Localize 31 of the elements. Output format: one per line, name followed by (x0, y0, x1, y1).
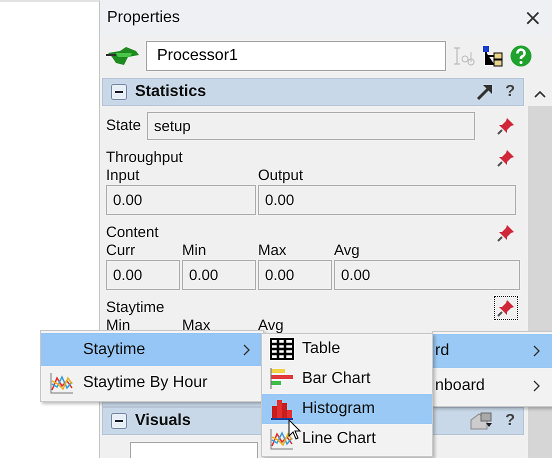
menu-item-label: Line Chart (302, 430, 377, 448)
menu-item-label: Staytime By Hour (83, 374, 208, 392)
menu-item-label: rd (435, 342, 450, 360)
group-label: Content (106, 224, 160, 242)
value-field: 0.00 (334, 260, 520, 290)
section-title: Visuals (135, 412, 191, 430)
menu-item-label: nboard (435, 377, 486, 395)
field-label: Max (258, 242, 288, 260)
value-field: 0.00 (106, 260, 180, 290)
menu-item-label: Staytime (83, 340, 146, 358)
field-label: Min (182, 242, 208, 260)
field-label: Max (182, 317, 212, 333)
group-label: Throughput (106, 149, 184, 167)
value-field: 0.00 (258, 185, 516, 215)
field-label: Avg (258, 317, 285, 333)
value-field: 0.00 (258, 260, 332, 290)
state-field: setup (147, 112, 476, 140)
section-title: Statistics (135, 83, 206, 101)
menu-item-label: Histogram (302, 400, 376, 418)
menu-item-label: Table (302, 340, 342, 358)
panel-title: Properties (107, 9, 181, 27)
field-label: Min (106, 317, 132, 333)
value-field: 0.00 (106, 185, 256, 215)
field-label: State (106, 117, 142, 135)
menu-item-label: Bar Chart (302, 370, 372, 388)
field-label: Output (258, 167, 304, 185)
value-field: 0.00 (182, 260, 256, 290)
field-label: Avg (334, 242, 361, 260)
field-label: Curr (106, 242, 136, 260)
field-label: Input (106, 167, 140, 185)
group-label: Staytime (106, 299, 166, 317)
